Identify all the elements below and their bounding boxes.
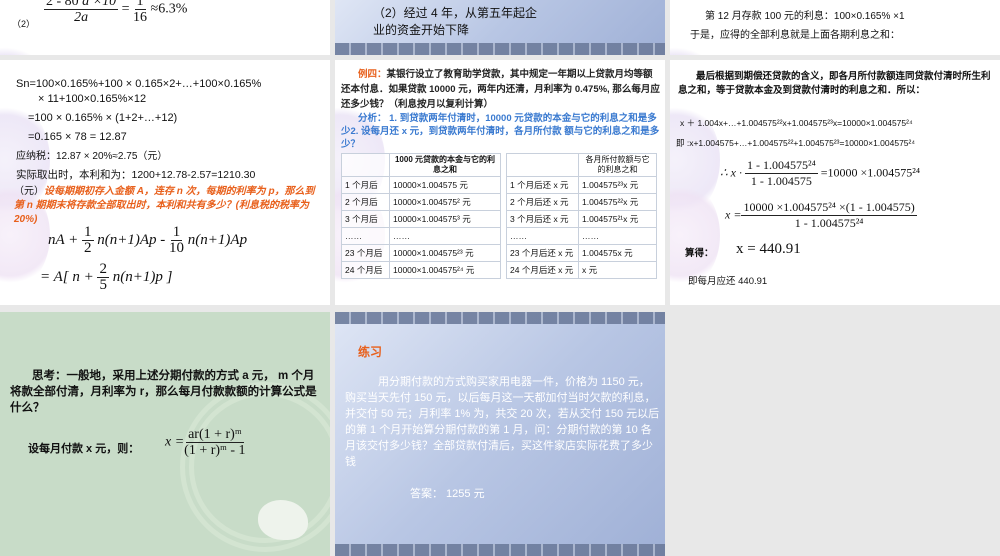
exercise-text: 用分期付款的方式购买家用电器一件，价格为 1150 元，购买当天先付 150 元… [345,376,660,468]
answer-text: 答案： 1255 元 [410,488,485,500]
slide-text: Sn=100×0.165%+100 × 0.165×2+…+100×0.165%… [16,78,262,181]
table-row: 1 个月后还 x 元 1.004575²³x 元 [506,176,657,194]
formula-1: ∴ x · 1 - 1.004575²⁴ 1 - 1.004575 =10000 … [720,158,921,188]
intro-text: 最后根据到期偿还贷款的含义，即各月所付款额连同贷款付清时所生利息之和，等于贷款本… [678,71,991,96]
equation-1: x ＋ 1.004x+…+1.004575²²x+1.004575²³x=100… [680,118,913,128]
handwritten-note: （元）设每期期初存入金额 A，连存 n 次，每期的利率为 p，那么到第 n 期期… [14,186,315,225]
table-row: 2 个月后还 x 元 1.004575²²x 元 [506,193,657,211]
formula-2: x = 10000 ×1.004575²⁴ ×(1 - 1.004575) 1 - … [725,200,917,230]
question-text: 思考：一般地，采用上述分期付款的方式 a 元， m 个月将款全部付清，月利率为 … [10,370,317,414]
answer-text: 即每月应还 440.91 [688,276,768,287]
formula: x = ar(1 + r)ᵐ (1 + r)ᵐ - 1 [165,427,246,458]
slide-thumbnail-7[interactable]: 思考：一般地，采用上述分期付款的方式 a 元， m 个月将款全部付清，月利率为 … [0,312,330,556]
table-row: 23 个月后 10000×1.004575²³ 元 [341,244,501,262]
table-row: 23 个月后还 x 元 1.004575x 元 [506,244,657,262]
label: （2） [12,19,36,29]
let-text: 设每月付款 x 元，则： [28,443,140,455]
slide-text: （2）经过 4 年，从第五年起企 业的资金开始下降 [373,6,538,37]
table-row: 2 个月后 10000×1.004575² 元 [341,193,501,211]
table-row: 3 个月后 10000×1.004575³ 元 [341,210,501,228]
table-row: 3 个月后还 x 元 1.004575²¹x 元 [506,210,657,228]
slide-text: 第 12 月存款 100 元的利息：100×0.165% ×1 [705,11,905,22]
table-payments: 各月所付款额与它的利息之和 1 个月后还 x 元 1.004575²³x 元 2 … [506,153,657,279]
slide-thumbnail-6[interactable]: 最后根据到期偿还贷款的含义，即各月所付款额连同贷款付清时所生利息之和，等于贷款本… [670,60,1000,305]
dragon-ornament-icon [258,500,308,540]
slide-text: 于是，应得的全部利息就是上面各期利息之和： [690,30,900,41]
slide-thumbnail-4[interactable]: Sn=100×0.165%+100 × 0.165×2+…+100×0.165%… [0,60,330,305]
slide-thumbnail-8[interactable]: 练习 用分期付款的方式购买家用电器一件，价格为 1150 元，购买当天先付 15… [335,312,665,556]
formula-1: nA + 12 n(n+1)Ap - 1 10 n(n+1)Ap [48,224,248,256]
calc-label: 算得： [685,248,714,259]
slide-thumbnail-1[interactable]: （2） 2 - 80 a ×10 2a = 1 16 ≈6.3% [0,0,330,55]
table-row: 24 个月后 10000×1.004575²⁴ 元 [341,261,501,279]
slide-thumbnail-3[interactable]: 第 12 月存款 100 元的利息：100×0.165% ×1 于是，应得的全部… [670,0,1000,55]
analysis-text: 分析： 1. 到贷款两年付清时，10000 元贷款的本金与它的利息之和是多少2.… [341,113,660,150]
equation-2: 即 :x+1.004575+…+1.004575²²+1.004575²³=10… [676,138,916,148]
formula: 2 - 80 a ×10 2a = 1 16 ≈6.3% [44,0,187,25]
calc-result: x = 440.91 [736,241,801,257]
table-principal: 1000 元贷款的本金与它的利息之和 1 个月后 10000×1.004575 元… [341,153,501,279]
table-row: 24 个月后还 x 元x 元 [506,261,657,279]
table-row: ………… [341,227,501,245]
slide-thumbnail-5[interactable]: 例四：某银行设立了教育助学贷款，其中规定一年期以上贷款月均等额还本付息．如果贷款… [335,60,665,305]
example-text: 例四：某银行设立了教育助学贷款，其中规定一年期以上贷款月均等额还本付息．如果贷款… [341,69,660,110]
formula-2: = A[ n + 25 n(n+1)p ] [40,261,173,293]
table-row: ………… [506,227,657,245]
table-row: 1 个月后 10000×1.004575 元 [341,176,501,194]
slide-thumbnail-2[interactable]: （2）经过 4 年，从第五年起企 业的资金开始下降 [335,0,665,55]
slide-title: 练习 [358,345,383,359]
